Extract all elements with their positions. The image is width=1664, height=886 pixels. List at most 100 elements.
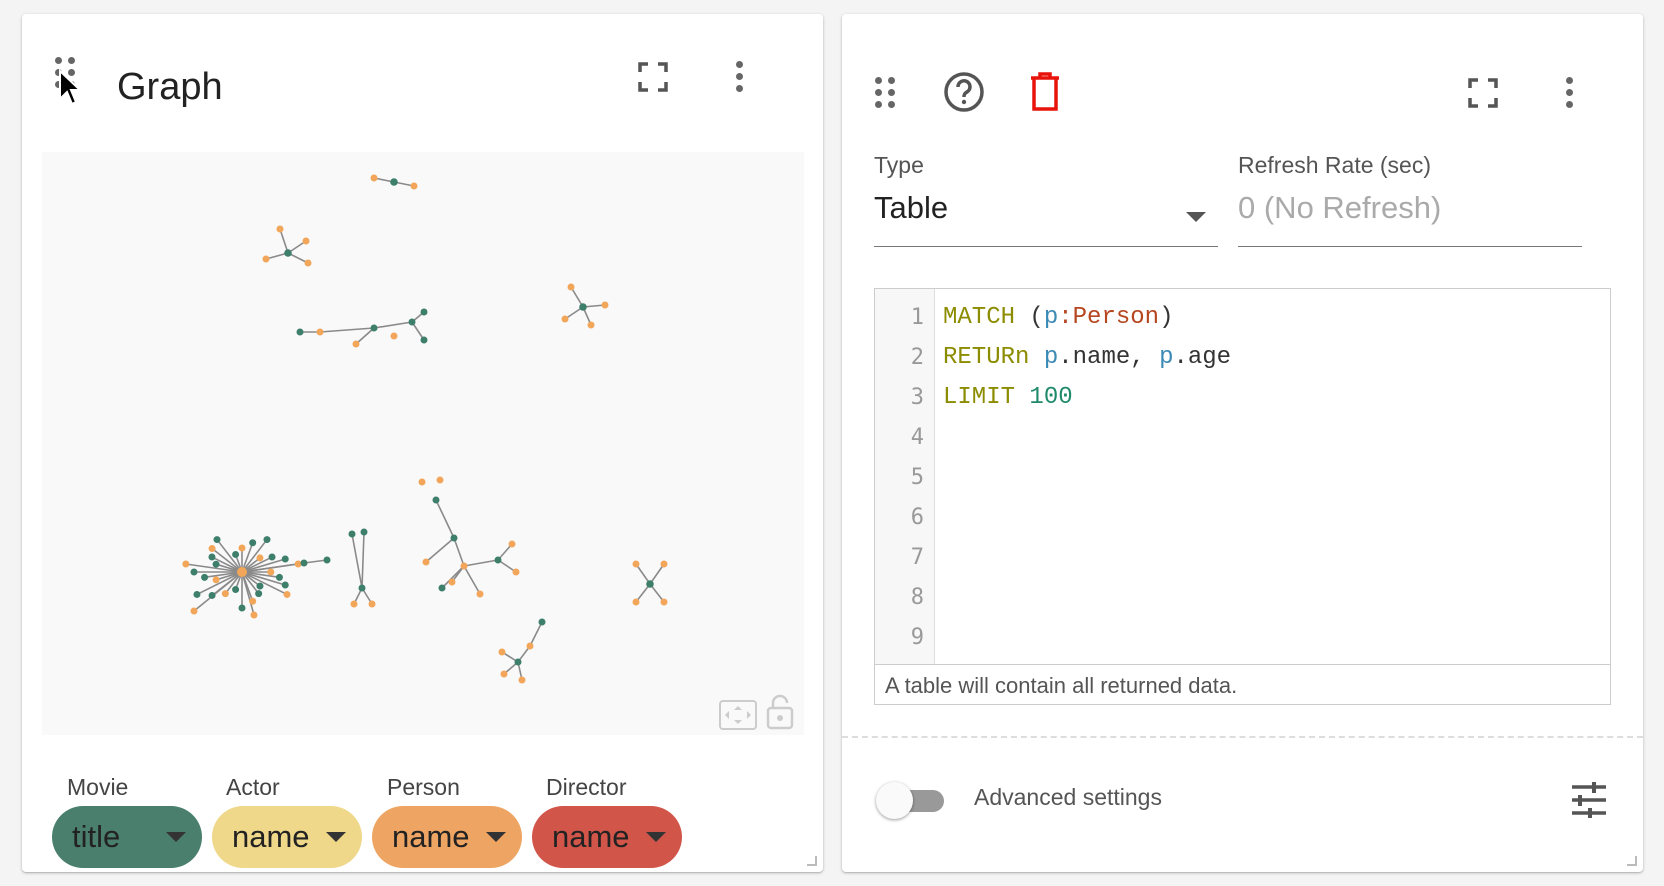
person-node[interactable]	[660, 598, 668, 606]
person-node[interactable]	[422, 558, 430, 566]
query-editor[interactable]: 1 2 3 4 5 6 7 8 9 MATCH (p:Person) RETUR…	[874, 288, 1611, 705]
movie-node[interactable]	[208, 591, 216, 599]
movie-node[interactable]	[249, 539, 257, 547]
person-node[interactable]	[448, 578, 456, 586]
tune-settings-icon[interactable]	[1567, 780, 1611, 820]
code-line-1[interactable]: MATCH (p:Person)	[943, 304, 1173, 331]
movie-node[interactable]	[420, 308, 428, 316]
person-node[interactable]	[212, 576, 220, 584]
person-node[interactable]	[418, 478, 426, 486]
person-node[interactable]	[632, 598, 640, 606]
movie-node[interactable]	[232, 586, 240, 594]
person-node[interactable]	[368, 600, 376, 608]
movie-node[interactable]	[268, 553, 276, 561]
person-node[interactable]	[587, 321, 595, 329]
person-node[interactable]	[283, 590, 291, 598]
movie-node[interactable]	[579, 303, 587, 311]
refresh-rate-input[interactable]: 0 (No Refresh)	[1238, 190, 1441, 226]
movie-node[interactable]	[213, 536, 221, 544]
movie-node[interactable]	[193, 590, 201, 598]
person-node[interactable]	[660, 560, 668, 568]
person-node[interactable]	[249, 597, 257, 605]
movie-node[interactable]	[208, 553, 216, 561]
movie-node[interactable]	[300, 559, 308, 567]
person-node[interactable]	[526, 642, 534, 650]
movie-node[interactable]	[438, 584, 446, 592]
movie-node[interactable]	[646, 580, 654, 588]
movie-node[interactable]	[370, 324, 378, 332]
director-property-select[interactable]: name	[532, 806, 682, 868]
movie-node[interactable]	[263, 536, 271, 544]
person-node[interactable]	[294, 560, 302, 568]
person-node[interactable]	[476, 590, 484, 598]
person-node[interactable]	[601, 301, 609, 309]
person-property-select[interactable]: name	[372, 806, 522, 868]
advanced-settings-toggle[interactable]	[876, 780, 946, 820]
person-node[interactable]	[190, 607, 198, 615]
person-node[interactable]	[250, 611, 258, 619]
movie-node[interactable]	[538, 618, 546, 626]
movie-node[interactable]	[390, 178, 398, 186]
person-node[interactable]	[221, 590, 229, 598]
person-node[interactable]	[390, 332, 398, 340]
actor-property-select[interactable]: name	[212, 806, 362, 868]
more-options-icon[interactable]	[1554, 72, 1584, 112]
help-icon[interactable]	[942, 70, 986, 114]
movie-node[interactable]	[420, 336, 428, 344]
person-node[interactable]	[352, 340, 360, 348]
person-node[interactable]	[304, 259, 312, 267]
code-line-2[interactable]: RETURn p.name, p.age	[943, 344, 1231, 371]
movie-node[interactable]	[232, 550, 240, 558]
graph-visualization[interactable]	[42, 152, 804, 735]
person-node[interactable]	[276, 225, 284, 233]
person-node[interactable]	[262, 255, 270, 263]
code-line-3[interactable]: LIMIT 100	[943, 384, 1073, 411]
movie-node[interactable]	[408, 318, 416, 326]
movie-node[interactable]	[256, 582, 264, 590]
person-node[interactable]	[316, 328, 324, 336]
movie-node[interactable]	[281, 555, 289, 563]
person-node[interactable]	[182, 560, 190, 568]
person-node[interactable]	[498, 648, 506, 656]
movie-node[interactable]	[201, 573, 209, 581]
movie-node[interactable]	[284, 249, 292, 257]
movie-node[interactable]	[296, 328, 304, 336]
movie-node[interactable]	[494, 556, 502, 564]
person-node[interactable]	[561, 315, 569, 323]
movie-node[interactable]	[358, 584, 366, 592]
person-node[interactable]	[256, 554, 264, 562]
movie-node[interactable]	[348, 530, 356, 538]
person-node[interactable]	[567, 283, 575, 291]
drag-handle-icon[interactable]	[870, 72, 900, 112]
movie-node[interactable]	[450, 534, 458, 542]
graph-canvas[interactable]	[42, 152, 804, 735]
chevron-down-icon[interactable]	[1186, 212, 1206, 222]
movie-node[interactable]	[238, 604, 246, 612]
delete-icon[interactable]	[1026, 70, 1064, 114]
person-node[interactable]	[508, 540, 516, 548]
movie-node[interactable]	[212, 560, 220, 568]
person-node[interactable]	[267, 568, 275, 576]
person-node[interactable]	[500, 670, 508, 678]
person-node[interactable]	[460, 562, 468, 570]
resize-handle-icon[interactable]	[1627, 856, 1637, 866]
person-node[interactable]	[238, 544, 246, 552]
person-node[interactable]	[350, 600, 358, 608]
movie-node[interactable]	[281, 581, 289, 589]
person-node[interactable]	[518, 676, 526, 684]
person-node[interactable]	[208, 545, 216, 553]
person-node[interactable]	[237, 567, 247, 577]
person-node[interactable]	[302, 237, 310, 245]
movie-node[interactable]	[360, 528, 368, 536]
person-node[interactable]	[512, 568, 520, 576]
movie-node[interactable]	[514, 658, 522, 666]
movie-node[interactable]	[190, 568, 198, 576]
fullscreen-icon[interactable]	[634, 58, 672, 96]
type-select[interactable]: Table	[874, 190, 948, 226]
person-node[interactable]	[370, 174, 378, 182]
more-options-icon[interactable]	[724, 56, 754, 96]
movie-node[interactable]	[275, 573, 283, 581]
unlock-icon[interactable]	[765, 693, 795, 731]
movie-node[interactable]	[255, 590, 263, 598]
movie-node[interactable]	[323, 556, 331, 564]
